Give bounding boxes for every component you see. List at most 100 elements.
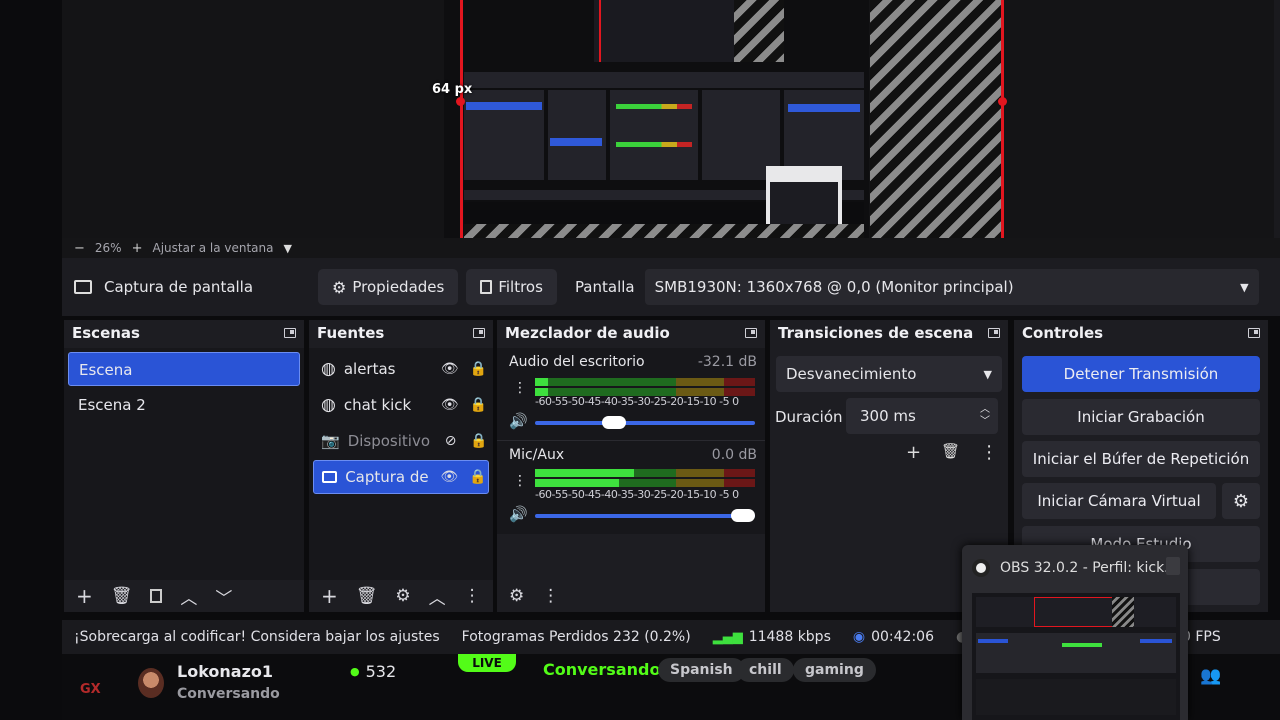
kick-logo: GX [80,682,101,697]
close-icon[interactable] [1166,557,1180,575]
live-dot-icon: ● [350,665,360,678]
program-preview[interactable]: 64 px [62,0,1280,238]
nested-meter-1 [616,104,692,109]
left-margin [0,0,62,720]
taskbar-preview-popup[interactable]: OBS 32.0.2 - Perfil: kick... [962,545,1188,720]
transitions-title: Transiciones de escena [778,324,974,342]
lock-icon[interactable]: 🔒 [467,469,488,485]
properties-label: Propiedades [352,278,445,296]
chevron-down-icon: ▼ [1240,280,1249,294]
undock-icon[interactable] [284,328,296,338]
speaker-icon[interactable]: 🔊 [509,412,528,430]
spin-arrows-icon[interactable]: ︿ ﹀ [980,404,990,428]
move-up-icon[interactable]: ︿ [429,584,446,609]
level-fill [535,479,619,487]
selection-handle[interactable] [998,97,1007,106]
popup-thumbnail[interactable] [972,593,1180,720]
advanced-audio-icon[interactable]: ⚙ [509,586,524,606]
lock-icon[interactable]: 🔒 [468,397,489,413]
lock-icon[interactable]: 🔒 [469,433,489,449]
source-item[interactable]: 📷 Dispositivo ⊘ 🔒 [313,424,489,458]
channel-menu-icon[interactable]: ⋮ [513,380,527,396]
volume-slider[interactable] [535,509,755,522]
more-icon[interactable]: ⋮ [980,442,998,463]
virtual-camera-settings-button[interactable]: ⚙ [1222,483,1260,519]
more-icon[interactable]: ⋮ [542,586,559,606]
properties-button[interactable]: ⚙ Propiedades [318,269,459,305]
add-icon[interactable]: + [76,584,93,608]
eye-icon[interactable]: 👁 [439,469,460,485]
move-down-icon[interactable]: ﹀ [215,584,232,609]
zoom-bar: − 26% + Ajustar a la ventana ▼ [62,238,1280,258]
source-item[interactable]: ◍ chat kick 👁 🔒 [313,388,489,422]
trash-icon[interactable]: 🗑 [941,442,960,463]
display-select[interactable]: SMB1930N: 1360x768 @ 0,0 (Monitor princi… [644,269,1259,305]
sources-header: Fuentes [309,320,493,346]
channel-name: Audio del escritorio [509,354,645,370]
volume-slider[interactable] [535,416,755,429]
streamer-username[interactable]: Lokonazo1 [177,662,273,681]
trash-icon[interactable]: 🗑 [356,586,378,606]
channel-db: 0.0 dB [711,447,757,463]
selection-handle-left[interactable] [456,97,465,106]
selection-border-right [1001,0,1004,238]
virtual-camera-button[interactable]: Iniciar Cámara Virtual [1022,483,1216,519]
start-recording-button[interactable]: Iniciar Grabación [1022,399,1260,435]
stop-stream-button[interactable]: Detener Transmisión [1022,356,1260,392]
mixer-channels: Audio del escritorio -32.1 dB ⋮ -60-55-5… [497,348,765,534]
sources-footer: + 🗑 ⚙ ︿ ⋮ [309,580,493,612]
gear-icon[interactable]: ⚙ [395,586,410,606]
selected-source: Captura de pantalla [62,278,312,296]
add-icon[interactable]: + [321,584,338,608]
tag-spanish[interactable]: Spanish [658,658,745,682]
undock-icon[interactable] [988,328,1000,338]
more-icon[interactable]: ⋮ [464,586,481,606]
selected-source-name: Captura de pantalla [104,278,254,296]
tag-chill[interactable]: chill [737,658,794,682]
move-up-icon[interactable]: ︿ [180,584,197,609]
source-label: Dispositivo [347,432,431,450]
stream-category[interactable]: Conversando [543,660,660,679]
undock-icon[interactable] [473,328,485,338]
duration-spinbox[interactable]: 300 ms ︿ ﹀ [846,398,998,434]
nested-source-selected [550,138,602,146]
scenes-dock: Escenas Escena Escena 2 + 🗑 ︿ ﹀ [64,320,304,612]
avatar[interactable] [138,668,164,698]
add-icon[interactable]: + [906,442,921,463]
zoom-dropdown-icon[interactable]: ▼ [283,242,291,255]
nested-scene-selected [466,102,542,110]
speaker-icon[interactable]: 🔊 [509,505,528,523]
user-icon[interactable]: 👥 [1200,666,1221,686]
zoom-out-button[interactable]: − [74,241,85,256]
fit-window-label[interactable]: Ajustar a la ventana [152,241,273,255]
filter-icon[interactable] [150,589,163,603]
display-select-value: SMB1930N: 1360x768 @ 0,0 (Monitor princi… [654,278,1014,296]
scene-item[interactable]: Escena 2 [68,388,300,422]
undock-icon[interactable] [1248,328,1260,338]
zoom-in-button[interactable]: + [132,241,143,256]
transition-select[interactable]: Desvanecimiento ▼ [776,356,1002,392]
meter-ticks: -60-55-50-45-40-35-30-25-20-15-10 -5 0 [535,395,739,408]
eye-hidden-icon[interactable]: ⊘ [440,433,460,449]
replay-buffer-button[interactable]: Iniciar el Búfer de Repetición [1022,441,1260,477]
preview-scrollbar[interactable] [1274,0,1280,238]
undock-icon[interactable] [745,328,757,338]
tag-gaming[interactable]: gaming [793,658,876,682]
source-item[interactable]: Captura de 👁 🔒 [313,460,489,494]
thumb-meter [1062,643,1102,647]
eye-icon[interactable]: 👁 [439,397,460,413]
filters-button[interactable]: Filtros [466,269,557,305]
source-item[interactable]: ◍ alertas 👁 🔒 [313,352,489,386]
eye-icon[interactable]: 👁 [439,361,460,377]
mixer-footer: ⚙ ⋮ [497,580,765,612]
scene-item[interactable]: Escena [68,352,300,386]
thumb-blue [978,639,1008,643]
scenes-header: Escenas [64,320,304,346]
channel-db: -32.1 dB [697,354,757,370]
channel-menu-icon[interactable]: ⋮ [513,473,527,489]
volume-knob[interactable] [731,509,755,522]
trash-icon[interactable]: 🗑 [111,586,133,606]
volume-knob[interactable] [602,416,626,429]
obs-logo-icon [972,559,990,577]
lock-icon[interactable]: 🔒 [468,361,489,377]
